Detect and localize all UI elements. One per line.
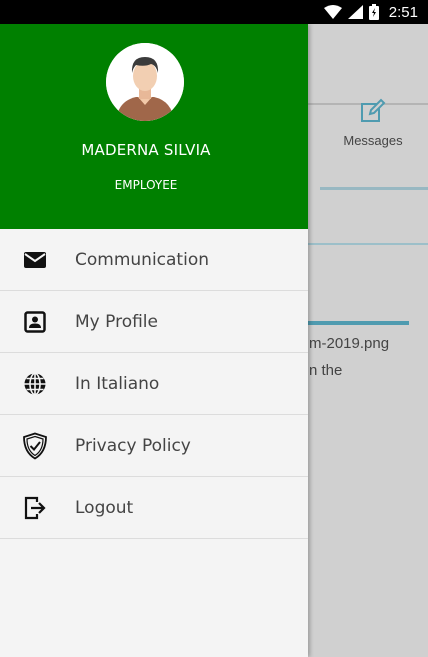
background-text-1: m-2019.png	[309, 335, 390, 352]
drawer-menu: Communication My Profile In Italiano Pri…	[0, 229, 308, 539]
menu-item-label: Logout	[75, 497, 134, 518]
menu-item-logout[interactable]: Logout	[0, 477, 308, 539]
background-text-2: n the	[309, 362, 343, 379]
status-bar: 2:51	[0, 0, 428, 24]
globe-icon	[0, 353, 70, 415]
logout-icon	[0, 477, 70, 539]
menu-item-communication[interactable]: Communication	[0, 229, 308, 291]
drawer-header: MADERNA SILVIA EMPLOYEE	[0, 24, 308, 229]
cell-signal-icon	[347, 5, 363, 19]
menu-item-label: Communication	[75, 249, 209, 270]
menu-item-label: Privacy Policy	[75, 435, 191, 456]
menu-item-label: In Italiano	[75, 373, 160, 394]
battery-icon	[368, 4, 379, 20]
tab-messages-label: Messages	[343, 133, 403, 148]
menu-item-in-italiano[interactable]: In Italiano	[0, 353, 308, 415]
menu-item-my-profile[interactable]: My Profile	[0, 291, 308, 353]
status-clock: 2:51	[388, 3, 418, 21]
user-avatar-icon	[106, 43, 184, 121]
menu-item-privacy-policy[interactable]: Privacy Policy	[0, 415, 308, 477]
tab-messages[interactable]: Messages	[320, 98, 426, 164]
status-icons: 2:51	[323, 0, 418, 24]
background-progress	[308, 321, 409, 325]
navigation-drawer: MADERNA SILVIA EMPLOYEE Communication My…	[0, 24, 308, 657]
menu-item-label: My Profile	[75, 311, 158, 332]
background-divider-2	[308, 243, 428, 245]
shield-check-icon	[0, 415, 70, 477]
wifi-icon	[323, 5, 342, 19]
avatar	[106, 43, 184, 121]
profile-card-icon	[0, 291, 70, 353]
envelope-icon	[0, 229, 70, 291]
tab-underline	[320, 187, 428, 190]
edit-icon	[361, 98, 386, 122]
user-name: MADERNA SILVIA	[81, 141, 211, 159]
user-role: EMPLOYEE	[114, 178, 178, 192]
